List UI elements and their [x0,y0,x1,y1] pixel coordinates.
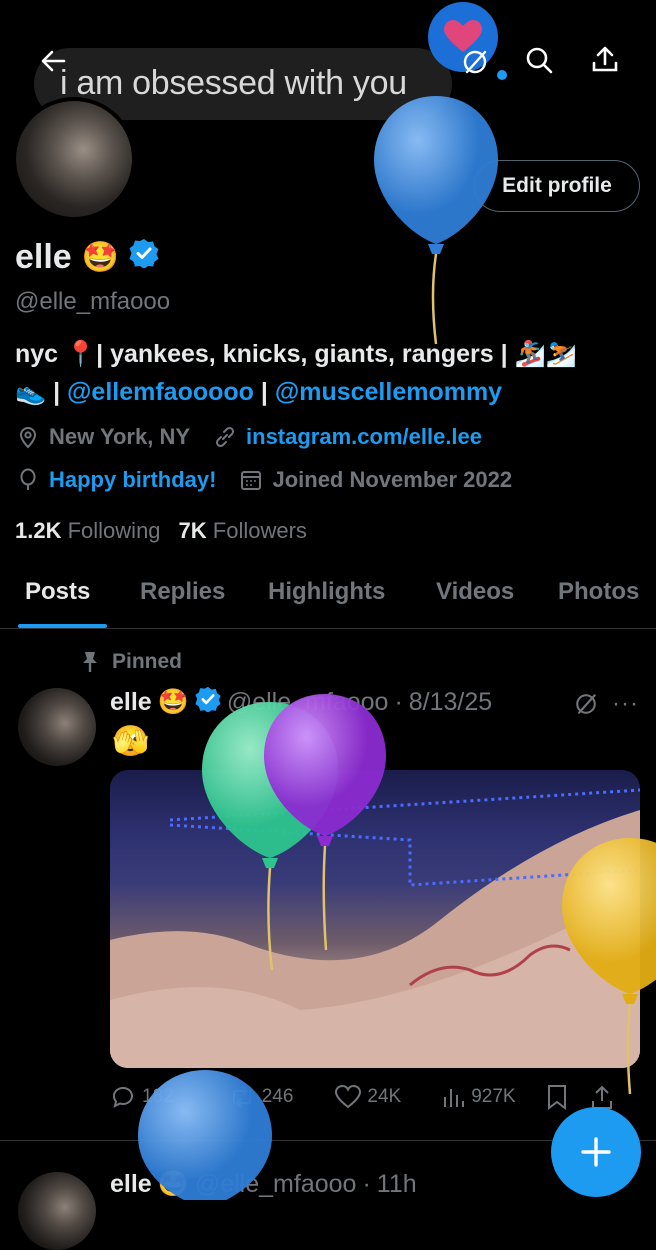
post-author-emoji: 🤩 [157,688,189,716]
following-label: Following [67,518,161,543]
post-dot: · [394,688,403,716]
verified-badge-icon[interactable] [129,238,159,277]
balloon-decoration [560,836,656,1101]
pinned-label: Pinned [112,650,183,673]
balloon-decoration [372,94,500,351]
tab-posts[interactable]: Posts [25,578,90,606]
grok-icon[interactable] [459,46,491,78]
post-time: 11h [376,1170,417,1198]
tab-videos[interactable]: Videos [436,578,514,606]
tab-photos[interactable]: Photos [558,578,639,606]
active-tab-indicator [18,624,107,628]
more-options-icon[interactable]: ··· [612,690,639,718]
share-icon[interactable] [590,44,620,74]
following-count: 1.2K [15,518,62,543]
calendar-icon [238,467,264,493]
followers-link[interactable]: 7K Followers [179,518,307,544]
views-icon [444,1089,465,1107]
balloon-decoration [136,1068,274,1208]
balloon-decoration [262,692,388,957]
bio-emoji: 👟 [15,378,47,406]
views-button[interactable]: 927K [441,1085,516,1109]
profile-avatar[interactable] [12,97,136,221]
followers-count: 7K [178,518,207,543]
post-author-name[interactable]: elle [110,688,152,717]
location-text: New York, NY [49,424,191,449]
reply-icon [112,1086,133,1108]
display-name: elle [15,238,72,276]
views-count: 927K [471,1086,516,1107]
bio-separator: | [53,378,61,406]
balloon-icon [15,467,41,493]
pin-icon [80,650,100,674]
name-emoji: 🤩 [81,241,120,274]
grok-icon[interactable] [572,690,600,718]
notification-dot [497,70,507,80]
plus-icon [581,1137,611,1167]
follow-counts: 1.2K Following 7K Followers [15,518,307,544]
post-avatar[interactable] [18,688,96,766]
link-icon [212,424,238,450]
joined-text: Joined November 2022 [272,467,513,492]
tab-replies[interactable]: Replies [140,578,225,606]
search-icon[interactable] [524,45,554,75]
profile-tabs: Posts Replies Highlights Videos Photos [0,568,656,629]
post-avatar[interactable] [18,1172,96,1250]
bio-mention-link[interactable]: @ellemfaooooo [67,378,254,406]
like-button[interactable]: 24K [335,1085,401,1109]
profile-handle: @elle_mfaooo [15,288,171,315]
pinned-indicator: Pinned [80,650,182,674]
banner-quote: i am obsessed with you [60,64,407,102]
tab-highlights[interactable]: Highlights [268,578,385,606]
bio-line-2: 👟 | @ellemfaooooo | @muscellemommy [15,378,502,407]
profile-meta-row: New York, NY instagram.com/elle.lee [15,424,482,450]
bio-separator: | [260,378,268,406]
followers-label: Followers [212,518,307,543]
bio-mention-link[interactable]: @muscellemommy [275,378,502,406]
post-date[interactable]: 8/13/25 [409,688,492,717]
profile-meta-row-2: Happy birthday! Joined November 2022 [15,467,512,493]
birthday-link[interactable]: Happy birthday! [49,467,216,493]
website-link[interactable]: instagram.com/elle.lee [246,424,482,450]
like-count: 24K [367,1086,402,1107]
back-arrow-icon[interactable] [38,46,68,76]
post-dot: · [362,1170,371,1198]
following-link[interactable]: 1.2K Following [15,518,161,544]
post-text: 🫣 [112,725,150,758]
location-icon [15,424,41,450]
like-icon [335,1085,362,1109]
profile-name: elle 🤩 [15,238,159,277]
compose-post-button[interactable] [551,1107,641,1197]
